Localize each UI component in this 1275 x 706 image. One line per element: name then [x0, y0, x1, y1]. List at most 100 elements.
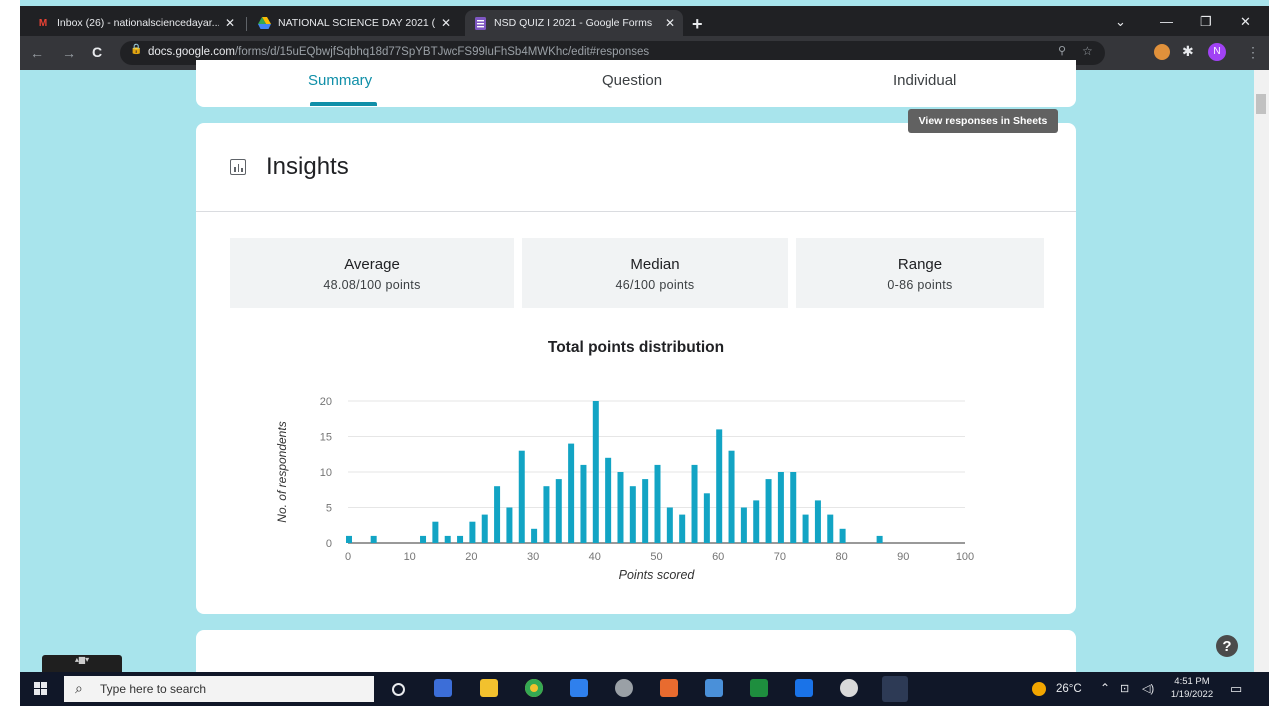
back-icon[interactable]: ← — [30, 45, 44, 61]
y-tick-label: 0 — [326, 538, 332, 550]
chart-bar — [691, 464, 698, 543]
taskbar-search-box[interactable]: ⌕ Type here to search — [64, 676, 374, 702]
file-explorer-icon[interactable] — [480, 679, 498, 697]
x-tick-label: 10 — [404, 551, 416, 563]
x-tick-label: 60 — [712, 551, 724, 563]
chart-bar — [568, 443, 575, 543]
clock-time: 4:51 PM — [1174, 676, 1210, 687]
y-tick-label: 5 — [326, 503, 332, 515]
chart-bar — [420, 535, 427, 543]
network-icon[interactable]: ⊡ — [1120, 682, 1129, 695]
chart-bar — [642, 479, 649, 543]
vertical-scrollbar[interactable] — [1254, 70, 1269, 672]
browser-tab-drive[interactable]: NATIONAL SCIENCE DAY 2021 (2... ✕ — [249, 10, 459, 36]
chart-bar — [740, 507, 747, 543]
tab-question[interactable]: Question — [602, 72, 662, 89]
task-view-icon[interactable] — [434, 679, 452, 697]
extension-icon[interactable] — [1154, 44, 1170, 60]
chart-bar — [432, 521, 439, 543]
taskbar-clock[interactable]: 4:51 PM 1/19/2022 — [1170, 675, 1214, 701]
bookmark-star-icon[interactable]: ☆ — [1082, 44, 1093, 58]
close-window-icon[interactable]: ✕ — [1240, 14, 1251, 30]
profile-avatar[interactable]: N — [1208, 43, 1226, 61]
google-drive-icon — [257, 16, 271, 30]
search-icon: ⌕ — [75, 680, 83, 696]
x-tick-label: 70 — [774, 551, 786, 563]
notifications-icon[interactable]: ▭ — [1230, 681, 1242, 697]
volume-icon[interactable]: ◁) — [1142, 682, 1154, 695]
windows-start-icon[interactable] — [34, 682, 48, 696]
close-tab-icon[interactable]: ✕ — [665, 16, 675, 30]
google-forms-icon — [473, 16, 487, 30]
chart-title: Total points distribution — [547, 339, 725, 356]
forward-icon[interactable]: → — [62, 45, 76, 61]
stat-average: Average 48.08/100 points — [230, 238, 514, 308]
clock-date: 1/19/2022 — [1170, 689, 1214, 700]
paint-icon[interactable] — [840, 679, 858, 697]
tab-search-icon[interactable]: ⌄ — [1115, 14, 1126, 30]
close-tab-icon[interactable]: ✕ — [225, 16, 235, 30]
x-tick-label: 0 — [345, 551, 351, 563]
zoom-icon[interactable]: ⚲ — [1058, 44, 1066, 57]
minimize-window-icon[interactable]: — — [1160, 14, 1173, 29]
chart-bar — [469, 521, 476, 543]
help-icon[interactable]: ? — [1216, 635, 1238, 657]
stat-label: Average — [344, 256, 400, 273]
url-path: /forms/d/15uEQbwjfSqbhq18d77SpYBTJwcFS99… — [234, 46, 650, 58]
weather-temp[interactable]: 26°C — [1056, 683, 1082, 695]
windows-taskbar: ⌕ Type here to search 26°C ⌃ ⊡ ◁) 4:51 P… — [20, 672, 1269, 706]
x-axis-label: Points scored — [619, 568, 696, 582]
cortana-icon[interactable] — [392, 683, 405, 696]
chart-bar — [666, 507, 673, 543]
chart-bar — [728, 450, 735, 543]
chrome-icon[interactable] — [525, 679, 543, 697]
browser-tab-strip: M Inbox (26) - nationalsciencedayar... ✕… — [20, 6, 1269, 36]
tab-summary[interactable]: Summary — [308, 72, 372, 89]
chart-bar — [518, 450, 525, 543]
chrome-profile-icon[interactable] — [882, 676, 908, 702]
chart-bar — [444, 535, 451, 543]
responses-tab-card: Summary Question Individual — [196, 60, 1076, 107]
stat-value: 46/100 points — [615, 278, 695, 292]
chart-bar — [814, 500, 821, 543]
chart-bar — [753, 500, 760, 543]
app-icon[interactable] — [705, 679, 723, 697]
mail-icon[interactable] — [795, 679, 813, 697]
insights-header: Insights — [196, 123, 1076, 212]
powerpoint-icon[interactable] — [660, 679, 678, 697]
tab-individual[interactable]: Individual — [893, 72, 956, 89]
close-tab-icon[interactable]: ✕ — [441, 16, 451, 30]
y-tick-label: 10 — [320, 467, 332, 479]
chart-bar — [531, 528, 538, 543]
y-tick-label: 20 — [320, 396, 332, 408]
chart-bar — [765, 479, 772, 543]
chart-bar — [839, 528, 846, 543]
excel-icon[interactable] — [750, 679, 768, 697]
reload-icon[interactable]: C — [92, 44, 102, 60]
chart-bar — [457, 535, 464, 543]
chart-bar — [481, 514, 488, 543]
browser-tab-gmail[interactable]: M Inbox (26) - nationalsciencedayar... ✕ — [28, 10, 243, 36]
new-tab-button[interactable]: + — [692, 14, 703, 35]
photos-icon[interactable] — [615, 679, 633, 697]
chart-bar — [716, 429, 723, 543]
chart-bar — [679, 514, 686, 543]
view-in-sheets-tooltip: View responses in Sheets — [908, 109, 1058, 133]
chart-bar — [802, 514, 809, 543]
menu-icon[interactable]: ⋮ — [1246, 44, 1260, 61]
x-tick-label: 100 — [956, 551, 974, 563]
lock-icon[interactable]: 🔒 — [130, 44, 142, 55]
insights-chart-icon — [230, 159, 246, 175]
browser-tab-forms[interactable]: NSD QUIZ I 2021 - Google Forms ✕ — [465, 10, 683, 36]
x-tick-label: 50 — [650, 551, 662, 563]
extensions-puzzle-icon[interactable]: ✱ — [1182, 43, 1194, 60]
scrollbar-thumb[interactable] — [1256, 94, 1266, 114]
store-icon[interactable] — [570, 679, 588, 697]
chart-bar — [605, 457, 612, 543]
chart-bar — [494, 486, 501, 543]
restore-window-icon[interactable]: ❐ — [1200, 14, 1212, 30]
search-placeholder: Type here to search — [100, 682, 207, 696]
chart-bar — [543, 486, 550, 543]
show-hidden-icons-icon[interactable]: ⌃ — [1100, 681, 1110, 695]
stat-value: 0-86 points — [887, 278, 953, 292]
